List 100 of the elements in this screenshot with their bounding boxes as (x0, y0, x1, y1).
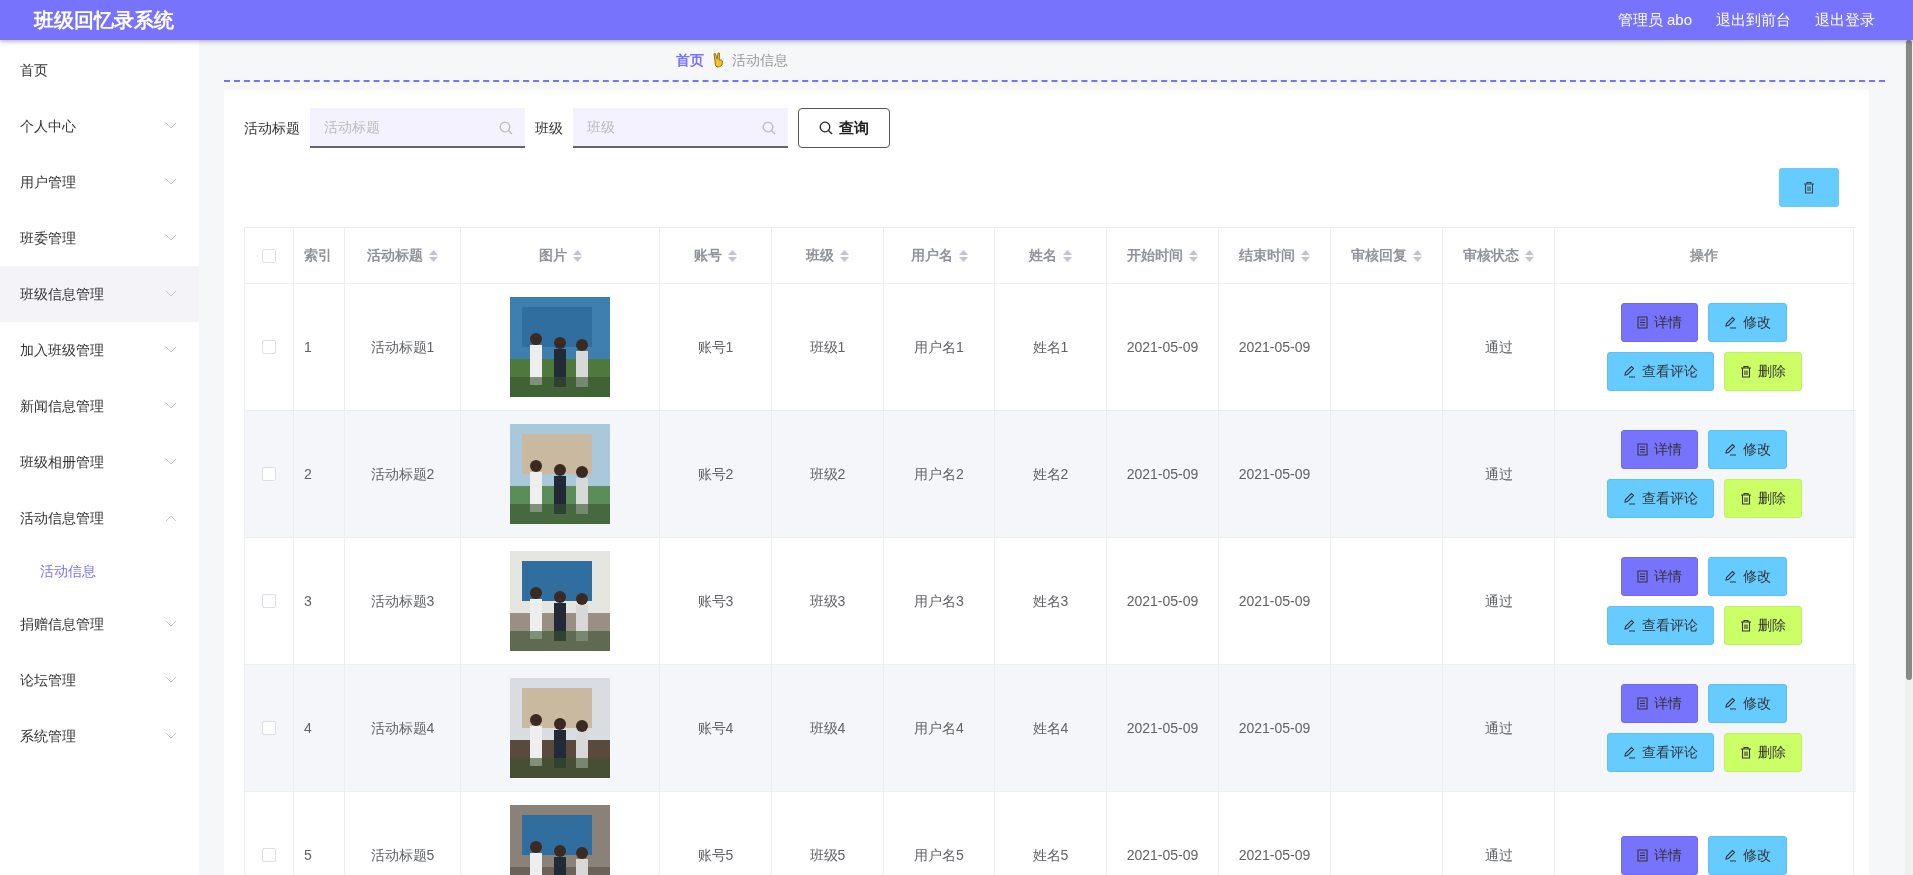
column-header: 索引 (304, 246, 332, 265)
table-cell-text: 姓名5 (1032, 845, 1069, 865)
sort-icon[interactable] (1413, 249, 1422, 262)
header-link[interactable]: 退出到前台 (1716, 8, 1791, 32)
column-header: 账号 (694, 246, 722, 265)
edit-button[interactable]: 修改 (1708, 430, 1787, 469)
table-cell-text: 2021-05-09 (1126, 845, 1199, 865)
table-cell-text: 用户名2 (914, 464, 964, 484)
column-header: 开始时间 (1127, 246, 1183, 265)
sort-icon[interactable] (1189, 249, 1198, 262)
details-button[interactable]: 详情 (1621, 303, 1698, 342)
user-link[interactable]: 管理员 abo (1617, 8, 1692, 32)
chevron-down-icon (165, 676, 177, 684)
checkbox[interactable] (262, 848, 276, 862)
search-field[interactable]: 活动标题 (310, 108, 525, 148)
delete-button[interactable]: 删除 (1723, 479, 1802, 518)
edit-button[interactable]: 修改 (1708, 303, 1787, 342)
table-cell-text: 2021-05-09 (1238, 845, 1311, 865)
chevron-down-icon (165, 234, 177, 242)
sort-icon[interactable] (1301, 249, 1310, 262)
table-cell-text: 用户名4 (914, 718, 964, 738)
sidebar-subitem[interactable]: 活动信息 (0, 546, 199, 596)
sort-icon[interactable] (1063, 249, 1072, 262)
view-comments-button[interactable]: 查看评论 (1606, 733, 1714, 772)
view-comments-button[interactable]: 查看评论 (1606, 606, 1714, 645)
chevron-down-icon (165, 122, 177, 130)
delete-button[interactable]: 删除 (1723, 352, 1802, 391)
checkbox[interactable] (262, 594, 276, 608)
trash-icon (1739, 492, 1752, 505)
table-cell-text: 2021-05-09 (1238, 464, 1311, 484)
pencil-icon (1724, 697, 1737, 710)
table-cell-text: 班级2 (809, 464, 846, 484)
sort-icon[interactable] (572, 249, 582, 262)
sort-icon[interactable] (429, 249, 438, 262)
view-comments-button[interactable]: 查看评论 (1606, 352, 1714, 391)
sort-icon[interactable] (840, 249, 849, 262)
checkbox[interactable] (262, 721, 276, 735)
table-cell-text: 班级1 (809, 337, 846, 357)
table-cell-text: 2021-05-09 (1126, 718, 1199, 738)
table-cell-text: 5 (304, 845, 312, 865)
checkbox[interactable] (262, 467, 276, 481)
document-icon (1637, 316, 1648, 329)
sidebar-item[interactable]: 班级信息管理 (0, 266, 199, 322)
document-icon (1637, 848, 1648, 862)
trash-icon (1739, 365, 1752, 378)
header-link[interactable]: 退出登录 (1815, 8, 1875, 32)
trash-icon (1803, 181, 1815, 194)
table-cell-text: 活动标题5 (370, 845, 435, 865)
edit-button[interactable]: 修改 (1708, 684, 1787, 723)
details-button[interactable]: 详情 (1621, 835, 1698, 875)
table-cell-text: 2021-05-09 (1126, 464, 1199, 484)
chevron-down-icon (165, 620, 177, 628)
details-button[interactable]: 详情 (1621, 684, 1698, 723)
table-cell-text: 1 (304, 337, 312, 357)
pencil-icon (1622, 365, 1636, 378)
chevron-down-icon (165, 290, 177, 298)
chevron-down-icon (165, 402, 177, 410)
table-cell-text: 4 (304, 718, 312, 738)
table-cell-text: 通过 (1484, 464, 1513, 484)
hand-icon (712, 52, 724, 68)
table-cell-text: 2 (304, 464, 312, 484)
checkbox[interactable] (262, 340, 276, 354)
search-button[interactable]: 查询 (798, 108, 890, 148)
pencil-icon (1724, 316, 1737, 329)
pencil-icon (1622, 746, 1636, 759)
view-comments-button[interactable]: 查看评论 (1606, 479, 1714, 518)
search-field[interactable]: 班级 (573, 108, 788, 148)
pencil-icon (1622, 492, 1636, 505)
checkbox[interactable] (262, 248, 276, 263)
delete-button[interactable]: 删除 (1723, 606, 1802, 645)
table-cell-text: 账号2 (697, 464, 734, 484)
table-cell-text: 账号4 (697, 718, 734, 738)
trash-icon (1739, 746, 1752, 759)
chevron-down-icon (165, 458, 177, 466)
edit-button[interactable]: 修改 (1708, 557, 1787, 596)
sort-icon[interactable] (958, 249, 968, 262)
details-button[interactable]: 详情 (1621, 430, 1698, 469)
table-cell-text: 2021-05-09 (1238, 718, 1311, 738)
sort-icon[interactable] (728, 249, 737, 262)
table-cell-text: 活动标题2 (370, 464, 435, 484)
pencil-icon (1724, 570, 1737, 583)
sort-icon[interactable] (1525, 249, 1534, 262)
column-header: 活动标题 (367, 246, 423, 265)
pencil-icon (1622, 619, 1636, 632)
edit-button[interactable]: 修改 (1708, 835, 1787, 875)
table-cell-text: 姓名3 (1032, 591, 1069, 611)
table-cell-text: 班级4 (809, 718, 846, 738)
column-header: 用户名 (910, 246, 953, 265)
bulk-delete-button[interactable] (1779, 168, 1839, 207)
table-cell-text: 2021-05-09 (1238, 337, 1311, 357)
details-button[interactable]: 详情 (1621, 557, 1698, 596)
document-icon (1637, 697, 1648, 710)
table-cell-text: 姓名2 (1032, 464, 1069, 484)
delete-button[interactable]: 删除 (1723, 733, 1802, 772)
table-cell-text: 姓名1 (1032, 337, 1069, 357)
table-cell-text: 姓名4 (1032, 718, 1069, 738)
pencil-icon (1724, 443, 1737, 456)
table-cell-text: 账号5 (697, 845, 734, 865)
column-header: 姓名 (1029, 246, 1057, 265)
table-cell-text: 通过 (1484, 718, 1513, 738)
